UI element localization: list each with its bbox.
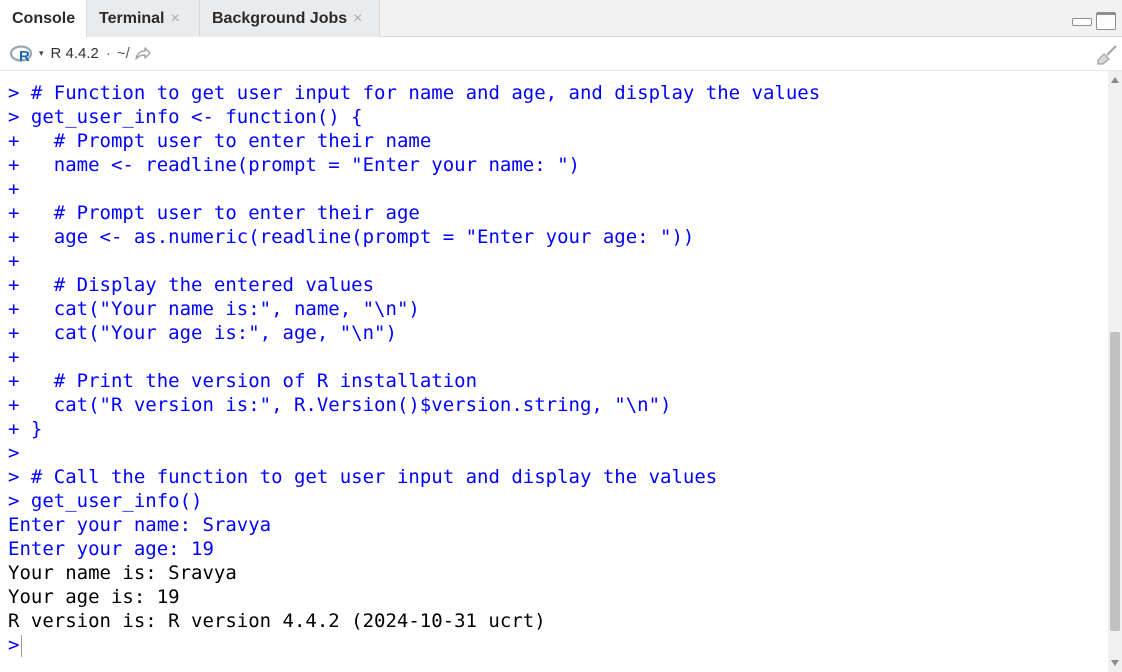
console-line: Enter your name: Sravya bbox=[8, 513, 1108, 537]
console-line: + cat("Your age is:", age, "\n") bbox=[8, 321, 1108, 345]
scrollbar-thumb[interactable] bbox=[1110, 331, 1120, 632]
console-prompt: + bbox=[8, 154, 20, 176]
text-cursor bbox=[21, 634, 23, 657]
console-line-text: } bbox=[19, 418, 43, 440]
close-icon[interactable]: × bbox=[171, 10, 180, 28]
console-line-text: get_user_info <- function() { bbox=[19, 106, 363, 128]
console-prompt: > bbox=[8, 106, 20, 128]
console-prompt: > bbox=[8, 466, 20, 488]
r-version-label: R 4.4.2 bbox=[50, 45, 99, 62]
console-prompt: + bbox=[8, 418, 20, 440]
console-line-text: cat("Your name is:", name, "\n") bbox=[19, 298, 420, 320]
console-line: + cat("Your name is:", name, "\n") bbox=[8, 297, 1108, 321]
broom-icon[interactable] bbox=[1096, 45, 1118, 65]
console-line: Your age is: 19 bbox=[8, 585, 1108, 609]
console-prompt: > bbox=[8, 442, 20, 464]
tab-terminal-label: Terminal bbox=[99, 9, 165, 27]
console-line-text: get_user_info() bbox=[19, 490, 203, 512]
console-line-text: Enter your age: 19 bbox=[8, 538, 214, 560]
console-line: + # Print the version of R installation bbox=[8, 369, 1108, 393]
console-line-text: # Print the version of R installation bbox=[19, 370, 478, 392]
console-line-text: cat("Your age is:", age, "\n") bbox=[19, 322, 397, 344]
go-to-directory-icon[interactable] bbox=[134, 46, 152, 62]
console-line-text: cat("R version is:", R.Version()$version… bbox=[19, 394, 672, 416]
svg-text:R: R bbox=[19, 48, 30, 63]
console-line-text: name <- readline(prompt = "Enter your na… bbox=[19, 154, 580, 176]
console-line: > bbox=[8, 441, 1108, 465]
console-line: + cat("R version is:", R.Version()$versi… bbox=[8, 393, 1108, 417]
working-directory-label[interactable]: ~/ bbox=[117, 45, 130, 62]
separator: · bbox=[105, 45, 111, 62]
console-prompt: + bbox=[8, 370, 20, 392]
rstudio-console-pane: Console Terminal × Background Jobs × R ▾… bbox=[0, 0, 1122, 672]
console-line: > get_user_info() bbox=[8, 489, 1108, 513]
console-line-text: Enter your name: Sravya bbox=[8, 514, 272, 536]
console-prompt: + bbox=[8, 226, 20, 248]
console-line-text: # Prompt user to enter their name bbox=[19, 130, 432, 152]
console-line: + bbox=[8, 345, 1108, 369]
console-prompt: + bbox=[8, 130, 20, 152]
console-line-text: Your name is: Sravya bbox=[8, 562, 237, 584]
console-line: > # Call the function to get user input … bbox=[8, 465, 1108, 489]
console-line-text: age <- as.numeric(readline(prompt = "Ent… bbox=[19, 226, 695, 248]
console-prompt: + bbox=[8, 394, 20, 416]
scroll-down-arrow-icon[interactable] bbox=[1111, 660, 1119, 666]
console-prompt: > bbox=[8, 490, 20, 512]
console-input-line[interactable]: > bbox=[8, 633, 1108, 657]
console-line: + # Prompt user to enter their name bbox=[8, 129, 1108, 153]
tab-console[interactable]: Console bbox=[0, 0, 87, 38]
console-line: + bbox=[8, 177, 1108, 201]
console-line: + # Display the entered values bbox=[8, 273, 1108, 297]
console-output[interactable]: > # Function to get user input for name … bbox=[0, 71, 1108, 672]
console-line: + age <- as.numeric(readline(prompt = "E… bbox=[8, 225, 1108, 249]
tab-terminal[interactable]: Terminal × bbox=[87, 0, 200, 37]
console-line-text: # Prompt user to enter their age bbox=[19, 202, 420, 224]
r-logo-icon[interactable]: R bbox=[10, 44, 34, 63]
console-line: + name <- readline(prompt = "Enter your … bbox=[8, 153, 1108, 177]
console-prompt: + bbox=[8, 274, 20, 296]
console-prompt: + bbox=[8, 202, 20, 224]
pane-window-controls bbox=[1070, 12, 1122, 32]
console-prompt: > bbox=[8, 634, 20, 656]
tab-background-jobs[interactable]: Background Jobs × bbox=[200, 0, 380, 37]
console-line: Enter your age: 19 bbox=[8, 537, 1108, 561]
close-icon[interactable]: × bbox=[353, 10, 362, 28]
console-line: + } bbox=[8, 417, 1108, 441]
chevron-down-icon[interactable]: ▾ bbox=[39, 48, 44, 59]
console-line-text: # Display the entered values bbox=[19, 274, 375, 296]
maximize-icon[interactable] bbox=[1096, 12, 1116, 30]
console-prompt: + bbox=[8, 298, 20, 320]
console-line-text: # Function to get user input for name an… bbox=[19, 82, 821, 104]
console-prompt: + bbox=[8, 346, 20, 368]
console-line-text: R version is: R version 4.4.2 (2024-10-3… bbox=[8, 610, 546, 632]
console-line-text: Your age is: 19 bbox=[8, 586, 180, 608]
pane-tab-bar: Console Terminal × Background Jobs × bbox=[0, 0, 1122, 38]
console-line: Your name is: Sravya bbox=[8, 561, 1108, 585]
console-line: R version is: R version 4.4.2 (2024-10-3… bbox=[8, 609, 1108, 633]
console-prompt: + bbox=[8, 250, 20, 272]
console-line: + bbox=[8, 249, 1108, 273]
minimize-icon[interactable] bbox=[1072, 18, 1092, 26]
tab-console-label: Console bbox=[12, 10, 76, 27]
tab-background-jobs-label: Background Jobs bbox=[212, 9, 348, 27]
console-line: + # Prompt user to enter their age bbox=[8, 201, 1108, 225]
console-prompt: > bbox=[8, 82, 20, 104]
console-line: > # Function to get user input for name … bbox=[8, 81, 1108, 105]
console-prompt: + bbox=[8, 178, 20, 200]
console-info-bar: R ▾ R 4.4.2 · ~/ bbox=[0, 37, 1122, 71]
console-line-text: # Call the function to get user input an… bbox=[19, 466, 718, 488]
console-prompt: + bbox=[8, 322, 20, 344]
vertical-scrollbar[interactable] bbox=[1108, 71, 1122, 672]
scroll-up-arrow-icon[interactable] bbox=[1111, 77, 1119, 83]
console-line: > get_user_info <- function() { bbox=[8, 105, 1108, 129]
